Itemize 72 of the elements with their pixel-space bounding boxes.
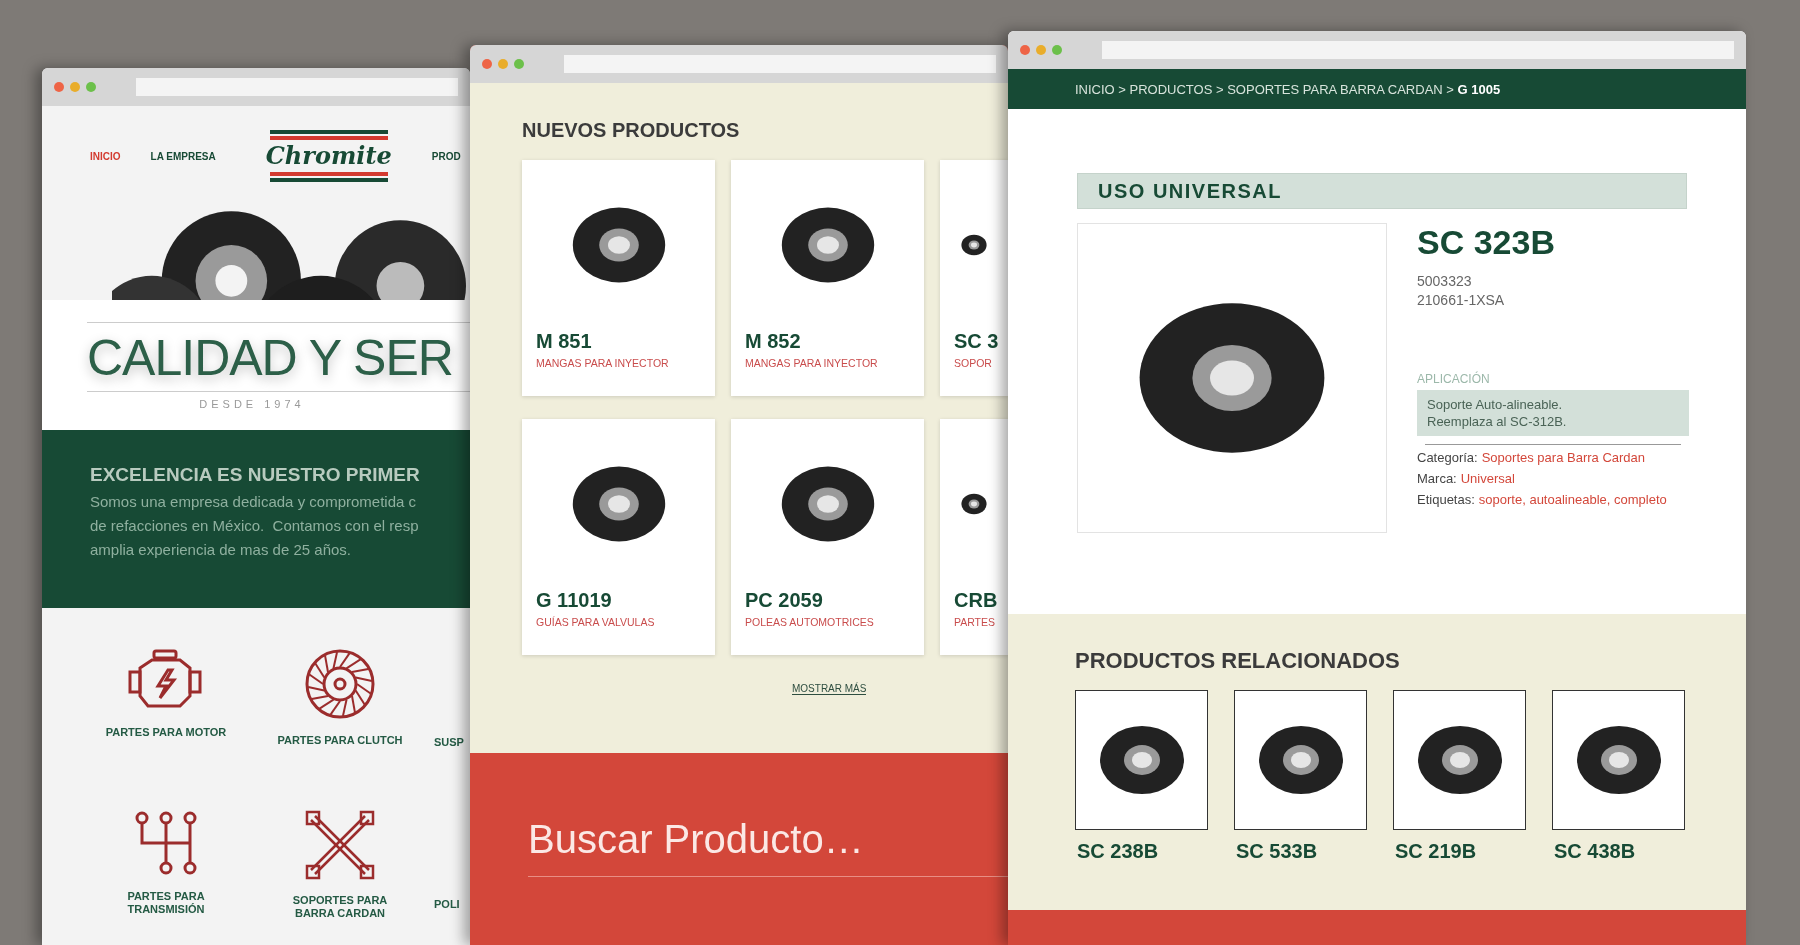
minimize-button[interactable] <box>1036 45 1046 55</box>
category-label[interactable]: PARTES PARA CLUTCH <box>277 734 403 747</box>
meta-link[interactable]: Universal <box>1460 471 1515 486</box>
part-number: 210661-1XSA <box>1417 292 1505 308</box>
product-card[interactable]: PC 2059 POLEAS AUTOMOTRICES <box>731 419 924 655</box>
maximize-button[interactable] <box>1052 45 1062 55</box>
address-field[interactable] <box>136 78 458 96</box>
product-code[interactable]: SC 219B <box>1393 840 1526 863</box>
close-button[interactable] <box>1020 45 1030 55</box>
category-label[interactable]: SUSP <box>434 736 464 749</box>
address-field[interactable] <box>1102 41 1734 59</box>
gear-shift-icon <box>134 810 198 876</box>
product-thumbnail[interactable] <box>1393 690 1526 830</box>
logo: Chromite <box>265 129 392 183</box>
search-field[interactable]: Buscar Producto… <box>528 813 1008 877</box>
product-code: M 851 <box>536 330 593 353</box>
category-label[interactable]: SOPORTES PARA BARRA CARDAN <box>292 894 388 920</box>
product-code: SC 3 <box>954 330 1000 353</box>
product-code: M 852 <box>745 330 802 353</box>
product-title: SC 323B <box>1417 223 1556 262</box>
intro-paragraph: Somos una empresa dedicada y comprometida c de refacciones en México. Contamos con el resp amplia experiencia de mas de 25 años. <box>90 492 420 560</box>
category-label[interactable]: PARTES PARA MOTOR <box>105 726 227 739</box>
product-thumbnail[interactable] <box>1552 690 1685 830</box>
minimize-button[interactable] <box>70 82 80 92</box>
product-code[interactable]: SC 533B <box>1234 840 1367 863</box>
meta-label: Marca: <box>1417 471 1457 486</box>
section-heading: PRODUCTOS RELACIONADOS <box>1075 648 1401 674</box>
product-code: CRB <box>954 589 999 612</box>
category-label[interactable]: PARTES PARA TRANSMISIÓN <box>127 890 205 916</box>
product-category: MANGAS PARA INYECTOR <box>536 357 670 369</box>
application-label: APLICACIÓN <box>1417 372 1491 386</box>
part-drawing <box>959 233 989 257</box>
product-code[interactable]: SC 238B <box>1075 840 1208 863</box>
section-heading: EXCELENCIA ES NUESTRO PRIMER <box>90 464 421 486</box>
product-code: G 11019 <box>536 589 613 612</box>
product-card[interactable]: M 852 MANGAS PARA INYECTOR <box>731 160 924 396</box>
product-card[interactable]: M 851 MANGAS PARA INYECTOR <box>522 160 715 396</box>
show-more-link[interactable]: MOSTRAR MÁS <box>792 683 867 695</box>
breadcrumb: INICIO > PRODUCTOS > SOPORTES PARA BARRA CARDAN > G 1005 <box>1008 69 1746 109</box>
close-button[interactable] <box>54 82 64 92</box>
part-drawing <box>959 492 989 516</box>
category-label[interactable]: POLI <box>434 898 460 911</box>
product-category: SOPOR <box>954 357 993 369</box>
meta-link[interactable]: Soportes para Barra Cardan <box>1481 450 1645 465</box>
product-card[interactable]: SC 3 SOPOR <box>940 160 1008 396</box>
nav-link[interactable]: LA EMPRESA <box>150 150 216 162</box>
product-category: MANGAS PARA INYECTOR <box>745 357 879 369</box>
part-number: 5003323 <box>1417 273 1472 289</box>
product-card[interactable]: CRB PARTES <box>940 419 1008 655</box>
product-category: POLEAS AUTOMOTRICES <box>745 616 875 628</box>
minimize-button[interactable] <box>498 59 508 69</box>
product-category: PARTES <box>954 616 997 628</box>
meta-label: Categoría: <box>1417 450 1478 465</box>
clutch-disc-icon <box>304 648 376 720</box>
product-code: PC 2059 <box>745 589 824 612</box>
meta-label: Etiquetas: <box>1417 492 1475 507</box>
close-button[interactable] <box>482 59 492 69</box>
product-card[interactable]: G 11019 GUÍAS PARA VALVULAS <box>522 419 715 655</box>
section-banner: USO UNIVERSAL <box>1077 173 1687 209</box>
product-code[interactable]: SC 438B <box>1552 840 1685 863</box>
nav-link[interactable]: PROD <box>431 150 461 162</box>
product-thumbnail[interactable] <box>1234 690 1367 830</box>
maximize-button[interactable] <box>514 59 524 69</box>
section-heading: NUEVOS PRODUCTOS <box>522 119 741 142</box>
meta-link[interactable]: soporte, autoalineable, completo <box>1478 492 1667 507</box>
nav-link[interactable]: INICIO <box>90 150 121 162</box>
product-thumbnail[interactable] <box>1075 690 1208 830</box>
maximize-button[interactable] <box>86 82 96 92</box>
hero-subtitle: DESDE 1974 <box>198 398 306 410</box>
address-field[interactable] <box>564 55 996 73</box>
drive-shaft-icon <box>305 810 375 880</box>
product-category: GUÍAS PARA VALVULAS <box>536 616 656 628</box>
